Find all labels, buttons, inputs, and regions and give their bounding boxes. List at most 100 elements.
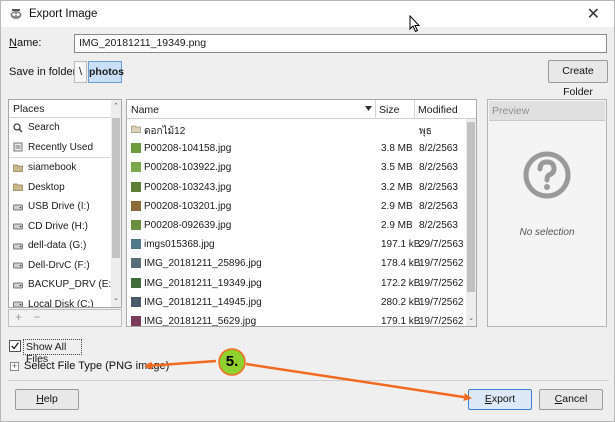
name-label: Name:	[9, 37, 42, 49]
image-thumbnail-icon	[131, 316, 141, 326]
file-size: 3.8 MB	[381, 143, 413, 155]
create-folder-button[interactable]: Create Folder	[548, 60, 608, 98]
place-label: CD Drive (H:)	[28, 220, 88, 232]
files-scrollbar[interactable]: ⌄	[466, 119, 476, 326]
column-size[interactable]: Size	[379, 104, 399, 116]
file-row[interactable]: ดอกไม้12 พุธ	[127, 120, 466, 139]
place-label: BACKUP_DRV (E:)	[28, 279, 115, 291]
place-label: Local Disk (C:)	[28, 298, 94, 308]
scroll-up-icon[interactable]: ⌃	[112, 102, 120, 110]
breadcrumb-root[interactable]: \	[74, 61, 87, 83]
cancel-button[interactable]: Cancel	[539, 389, 603, 410]
drive-icon	[13, 221, 23, 231]
file-size: 2.9 MB	[381, 220, 413, 231]
file-name: P00208-092639.jpg	[144, 220, 232, 231]
file-modified: 19/7/2562	[419, 258, 464, 270]
place-item[interactable]: dell-data (G:)	[9, 236, 121, 256]
preview-header: Preview	[489, 101, 605, 121]
places-scroll-thumb[interactable]	[112, 118, 120, 258]
file-modified: 8/2/2563	[419, 162, 458, 174]
places-scrollbar[interactable]: ⌃ ⌄	[111, 100, 121, 307]
place-label: Search	[28, 122, 60, 134]
file-size: 197.1 kB	[381, 239, 421, 251]
place-item[interactable]: CD Drive (H:)	[9, 217, 121, 237]
mouse-cursor-icon	[409, 15, 421, 33]
file-modified: 19/7/2562	[419, 316, 464, 327]
file-name: P00208-104158.jpg	[144, 143, 232, 155]
place-item[interactable]: Search	[9, 118, 121, 138]
file-row[interactable]: P00208-103201.jpg 2.9 MB 8/2/2563	[127, 197, 466, 216]
file-name-input[interactable]: IMG_20181211_19349.png	[74, 34, 607, 53]
file-name: P00208-103201.jpg	[144, 200, 232, 212]
file-row[interactable]: P00208-103922.jpg 3.5 MB 8/2/2563	[127, 158, 466, 177]
place-label: Recently Used	[28, 141, 94, 153]
no-selection-text: No selection	[519, 227, 575, 238]
column-modified[interactable]: Modified	[418, 104, 458, 116]
place-item[interactable]: Recently Used	[9, 138, 121, 158]
file-row[interactable]: P00208-103243.jpg 3.2 MB 8/2/2563	[127, 178, 466, 197]
step-number: 5.	[225, 353, 239, 370]
folder-icon	[13, 182, 23, 192]
file-name: IMG_20181211_19349.jpg	[144, 277, 262, 289]
place-label: USB Drive (I:)	[28, 201, 90, 213]
file-size: 3.2 MB	[381, 181, 413, 193]
file-row[interactable]: P00208-092639.jpg 2.9 MB 8/2/2563	[127, 216, 466, 235]
show-all-files-checkbox[interactable]	[9, 340, 21, 352]
question-mark-icon	[523, 151, 571, 199]
column-divider	[375, 100, 376, 119]
file-row[interactable]: P00208-104158.jpg 3.8 MB 8/2/2563	[127, 139, 466, 158]
gimp-app-icon	[10, 9, 22, 19]
places-header[interactable]: Places	[9, 100, 121, 118]
file-modified: 19/7/2562	[419, 296, 464, 308]
preview-panel: Preview No selection	[487, 99, 607, 327]
file-row[interactable]: IMG_20181211_14945.jpg 280.2 kB 19/7/2562	[127, 293, 466, 312]
image-thumbnail-icon	[131, 181, 141, 192]
image-thumbnail-icon	[131, 200, 141, 211]
export-button[interactable]: Export	[468, 389, 532, 410]
file-size: 179.1 kB	[381, 316, 421, 327]
scroll-down-icon[interactable]: ⌄	[467, 314, 475, 322]
place-item[interactable]: Local Disk (C:)	[9, 295, 121, 308]
add-place-icon[interactable]: +	[15, 310, 22, 324]
help-button[interactable]: Help	[15, 389, 79, 410]
place-item[interactable]: Desktop	[9, 178, 121, 198]
column-name[interactable]: Name	[131, 104, 159, 116]
file-modified: 8/2/2563	[419, 181, 458, 193]
image-thumbnail-icon	[131, 220, 141, 230]
place-item[interactable]: Dell-DrvC (F:)	[9, 256, 121, 276]
search-icon	[13, 123, 23, 133]
place-item[interactable]: siamebook	[9, 158, 121, 178]
remove-place-icon[interactable]: −	[33, 310, 40, 324]
file-row[interactable]: IMG_20181211_25896.jpg 178.4 kB 19/7/2562	[127, 254, 466, 273]
export-image-dialog: Export Image ✕ Name: IMG_20181211_19349.…	[0, 0, 615, 422]
title-bar: Export Image ✕	[1, 1, 614, 27]
file-list-panel: Name Size Modified ดอกไม้12 พุธ P00208-104…	[126, 99, 477, 327]
select-file-type-label[interactable]: Select File Type (PNG image)	[24, 360, 169, 372]
place-item[interactable]: USB Drive (I:)	[9, 197, 121, 217]
files-scroll-thumb[interactable]	[467, 122, 475, 292]
folder-icon	[131, 124, 141, 134]
file-modified: 8/2/2563	[419, 220, 458, 231]
folder-icon	[13, 163, 23, 173]
drive-icon	[13, 260, 23, 270]
expander-plus-icon[interactable]: +	[10, 362, 19, 371]
file-name: IMG_20181211_25896.jpg	[144, 258, 262, 270]
file-row[interactable]: IMG_20181211_19349.jpg 172.2 kB 19/7/2562	[127, 274, 466, 293]
close-icon[interactable]: ✕	[587, 4, 600, 24]
file-row[interactable]: imgs015368.jpg 197.1 kB 29/7/2563	[127, 235, 466, 254]
image-thumbnail-icon	[131, 277, 141, 288]
file-modified: 8/2/2563	[419, 200, 458, 212]
file-name: imgs015368.jpg	[144, 239, 215, 251]
file-list-header: Name Size Modified	[127, 100, 476, 119]
sort-arrow-icon	[365, 106, 372, 111]
file-modified: 19/7/2562	[419, 277, 464, 289]
file-row[interactable]: IMG_20181211_5629.jpg 179.1 kB 19/7/2562	[127, 312, 466, 327]
file-name: IMG_20181211_14945.jpg	[144, 296, 262, 308]
drive-icon	[13, 299, 23, 307]
breadcrumb-photos[interactable]: photos	[88, 61, 124, 83]
show-all-files-label[interactable]: Show All Files	[23, 339, 82, 365]
scroll-down-icon[interactable]: ⌄	[112, 294, 120, 302]
place-item[interactable]: BACKUP_DRV (E:)	[9, 275, 121, 295]
drive-icon	[13, 202, 23, 212]
file-size: 2.9 MB	[381, 200, 413, 212]
